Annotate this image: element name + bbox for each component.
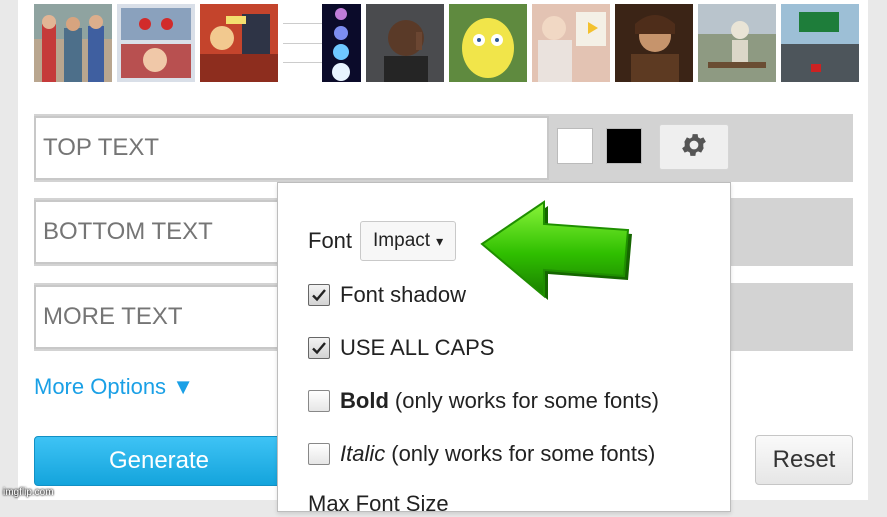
imgflip-watermark: imgflip.com — [3, 487, 54, 498]
is-this-a-pigeon-thumb[interactable] — [532, 4, 610, 82]
bold-label: Bold — [340, 388, 389, 413]
more-options-link[interactable]: More Options ▼ — [34, 374, 194, 400]
checkmark-icon — [312, 342, 326, 355]
roll-safe-thumb[interactable] — [366, 4, 444, 82]
distracted-boyfriend-thumb[interactable] — [34, 4, 112, 82]
italic-option[interactable]: Italic (only works for some fonts) — [308, 441, 655, 467]
batman-slapping-robin-thumb[interactable] — [200, 4, 278, 82]
expanding-brain-thumb[interactable] — [283, 4, 361, 82]
all-caps-label: USE ALL CAPS — [340, 335, 495, 360]
checkmark-icon — [312, 289, 326, 302]
waiting-skeleton-thumb[interactable] — [698, 4, 776, 82]
gear-icon — [679, 130, 709, 165]
font-select-value: Impact — [373, 230, 431, 251]
font-shadow-option[interactable]: Font shadow — [308, 282, 466, 308]
left-exit-12-off-ramp-thumb[interactable] — [781, 4, 859, 82]
italic-checkbox[interactable] — [308, 443, 330, 465]
green-arrow-icon — [480, 200, 632, 300]
bold-option[interactable]: Bold (only works for some fonts) — [308, 388, 659, 414]
outline-color-swatch[interactable] — [606, 128, 642, 164]
one-does-not-simply-thumb[interactable] — [615, 4, 693, 82]
generate-label: Generate — [108, 447, 210, 474]
font-row: Font Impact ▾ — [308, 221, 457, 261]
italic-note: (only works for some fonts) — [391, 441, 656, 466]
bold-note: (only works for some fonts) — [394, 388, 659, 413]
caret-down-icon: ▾ — [436, 232, 444, 249]
font-shadow-checkbox[interactable] — [308, 284, 330, 306]
mocking-spongebob-thumb[interactable] — [449, 4, 527, 82]
italic-label: Italic — [340, 441, 386, 466]
font-select[interactable]: Impact ▾ — [360, 221, 457, 261]
bold-checkbox[interactable] — [308, 390, 330, 412]
max-font-size-label: Max Font Size — [308, 491, 449, 516]
font-label: Font — [308, 228, 353, 253]
chevron-down-icon: ▼ — [172, 374, 194, 399]
text-color-swatch[interactable] — [557, 128, 593, 164]
all-caps-checkbox[interactable] — [308, 337, 330, 359]
settings-button[interactable] — [659, 124, 729, 170]
reset-label: Reset — [772, 446, 836, 473]
font-shadow-label: Font shadow — [340, 282, 466, 307]
top-text-input[interactable] — [34, 116, 549, 180]
generate-button[interactable]: Generate — [34, 436, 284, 486]
all-caps-option[interactable]: USE ALL CAPS — [308, 335, 494, 361]
reset-button[interactable]: Reset — [755, 435, 853, 485]
two-buttons-thumb[interactable] — [117, 4, 195, 82]
more-options-label: More Options — [34, 374, 167, 399]
